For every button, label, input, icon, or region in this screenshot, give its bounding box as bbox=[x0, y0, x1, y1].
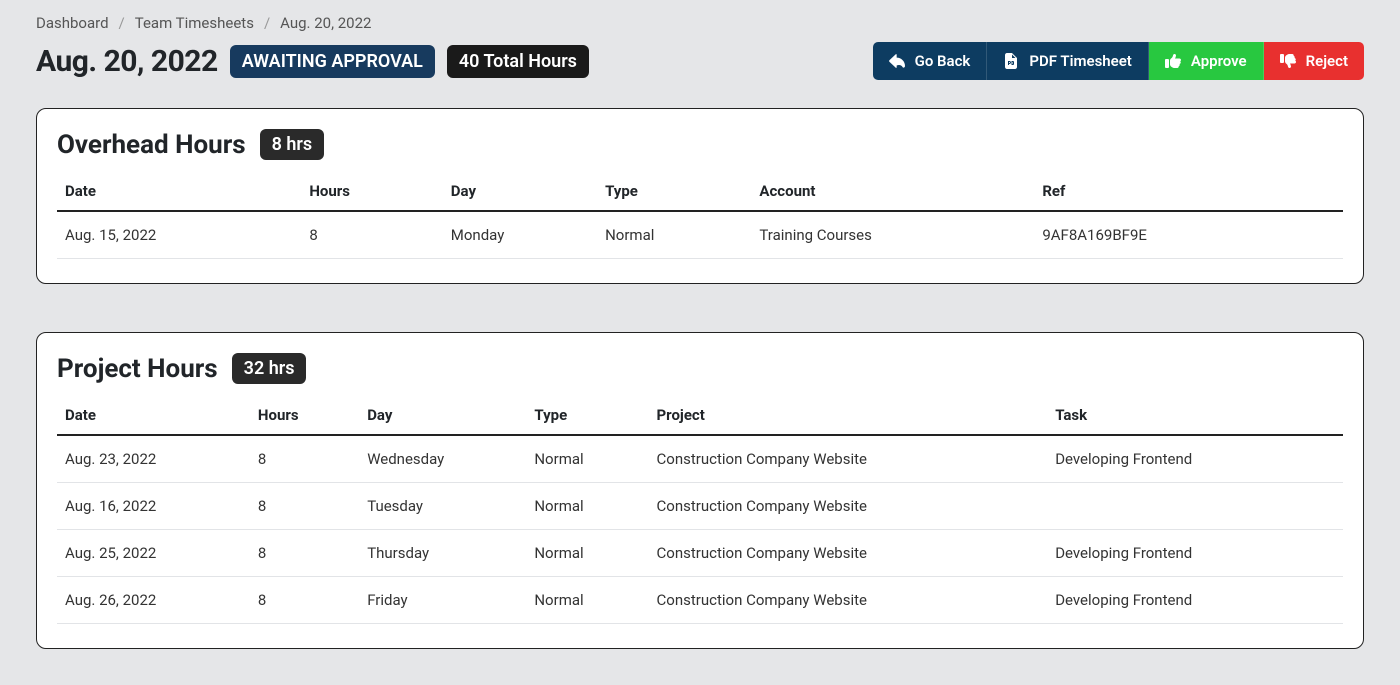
cell-task: Developing Frontend bbox=[1047, 530, 1343, 577]
cell-project: Construction Company Website bbox=[649, 530, 1048, 577]
table-row: Aug. 25, 2022 8 Thursday Normal Construc… bbox=[57, 530, 1343, 577]
reject-label: Reject bbox=[1306, 52, 1348, 70]
breadcrumb-item-current: Aug. 20, 2022 bbox=[280, 14, 371, 32]
pdf-timesheet-button[interactable]: PDF Timesheet bbox=[987, 42, 1149, 80]
breadcrumb-separator: / bbox=[264, 14, 270, 32]
cell-day: Thursday bbox=[359, 530, 526, 577]
overhead-col-account: Account bbox=[751, 172, 1034, 211]
cell-day: Monday bbox=[443, 211, 597, 259]
project-hours-title: Project Hours bbox=[57, 354, 218, 384]
overhead-hours-card: Overhead Hours 8 hrs Date Hours Day Type… bbox=[36, 108, 1364, 284]
cell-type: Normal bbox=[526, 530, 648, 577]
action-button-group: Go Back PDF Timesheet Approve Reject bbox=[873, 42, 1364, 80]
overhead-hours-summary: 8 hrs bbox=[260, 129, 325, 160]
table-row: Aug. 16, 2022 8 Tuesday Normal Construct… bbox=[57, 483, 1343, 530]
breadcrumb-item-team-timesheets[interactable]: Team Timesheets bbox=[135, 14, 254, 32]
overhead-col-ref: Ref bbox=[1034, 172, 1343, 211]
project-col-task: Task bbox=[1047, 396, 1343, 435]
cell-account: Training Courses bbox=[751, 211, 1034, 259]
overhead-col-hours: Hours bbox=[301, 172, 442, 211]
cell-hours: 8 bbox=[250, 483, 359, 530]
cell-project: Construction Company Website bbox=[649, 577, 1048, 624]
cell-hours: 8 bbox=[301, 211, 442, 259]
approve-label: Approve bbox=[1191, 52, 1247, 70]
cell-type: Normal bbox=[526, 435, 648, 483]
project-hours-summary: 32 hrs bbox=[232, 353, 307, 384]
share-arrow-icon bbox=[889, 53, 905, 69]
cell-day: Friday bbox=[359, 577, 526, 624]
project-col-type: Type bbox=[526, 396, 648, 435]
approve-button[interactable]: Approve bbox=[1149, 42, 1264, 80]
cell-task: Developing Frontend bbox=[1047, 577, 1343, 624]
cell-hours: 8 bbox=[250, 577, 359, 624]
cell-date: Aug. 26, 2022 bbox=[57, 577, 250, 624]
cell-hours: 8 bbox=[250, 435, 359, 483]
cell-date: Aug. 16, 2022 bbox=[57, 483, 250, 530]
overhead-hours-title: Overhead Hours bbox=[57, 130, 246, 160]
cell-hours: 8 bbox=[250, 530, 359, 577]
table-row: Aug. 23, 2022 8 Wednesday Normal Constru… bbox=[57, 435, 1343, 483]
overhead-hours-table: Date Hours Day Type Account Ref Aug. 15,… bbox=[57, 172, 1343, 259]
go-back-button[interactable]: Go Back bbox=[873, 42, 988, 80]
breadcrumb: Dashboard / Team Timesheets / Aug. 20, 2… bbox=[36, 14, 1364, 32]
cell-type: Normal bbox=[526, 577, 648, 624]
cell-task bbox=[1047, 483, 1343, 530]
project-col-hours: Hours bbox=[250, 396, 359, 435]
cell-task: Developing Frontend bbox=[1047, 435, 1343, 483]
project-hours-card: Project Hours 32 hrs Date Hours Day Type… bbox=[36, 332, 1364, 649]
cell-type: Normal bbox=[597, 211, 751, 259]
cell-date: Aug. 15, 2022 bbox=[57, 211, 301, 259]
overhead-col-type: Type bbox=[597, 172, 751, 211]
cell-type: Normal bbox=[526, 483, 648, 530]
cell-day: Wednesday bbox=[359, 435, 526, 483]
page-title: Aug. 20, 2022 bbox=[36, 44, 218, 79]
overhead-col-date: Date bbox=[57, 172, 301, 211]
cell-project: Construction Company Website bbox=[649, 483, 1048, 530]
cell-day: Tuesday bbox=[359, 483, 526, 530]
overhead-col-day: Day bbox=[443, 172, 597, 211]
thumbs-down-icon bbox=[1280, 53, 1296, 69]
breadcrumb-item-dashboard[interactable]: Dashboard bbox=[36, 14, 109, 32]
project-col-day: Day bbox=[359, 396, 526, 435]
cell-date: Aug. 23, 2022 bbox=[57, 435, 250, 483]
project-col-date: Date bbox=[57, 396, 250, 435]
table-row: Aug. 15, 2022 8 Monday Normal Training C… bbox=[57, 211, 1343, 259]
page-header: Aug. 20, 2022 AWAITING APPROVAL 40 Total… bbox=[36, 42, 1364, 80]
pdf-timesheet-label: PDF Timesheet bbox=[1029, 52, 1132, 70]
project-col-project: Project bbox=[649, 396, 1048, 435]
thumbs-up-icon bbox=[1165, 53, 1181, 69]
total-hours-badge: 40 Total Hours bbox=[447, 45, 589, 78]
breadcrumb-separator: / bbox=[119, 14, 125, 32]
cell-project: Construction Company Website bbox=[649, 435, 1048, 483]
reject-button[interactable]: Reject bbox=[1264, 42, 1364, 80]
status-badge: AWAITING APPROVAL bbox=[230, 45, 435, 78]
cell-date: Aug. 25, 2022 bbox=[57, 530, 250, 577]
project-hours-table: Date Hours Day Type Project Task Aug. 23… bbox=[57, 396, 1343, 624]
file-pdf-icon bbox=[1003, 53, 1019, 69]
table-row: Aug. 26, 2022 8 Friday Normal Constructi… bbox=[57, 577, 1343, 624]
go-back-label: Go Back bbox=[915, 52, 971, 70]
cell-ref: 9AF8A169BF9E bbox=[1034, 211, 1343, 259]
